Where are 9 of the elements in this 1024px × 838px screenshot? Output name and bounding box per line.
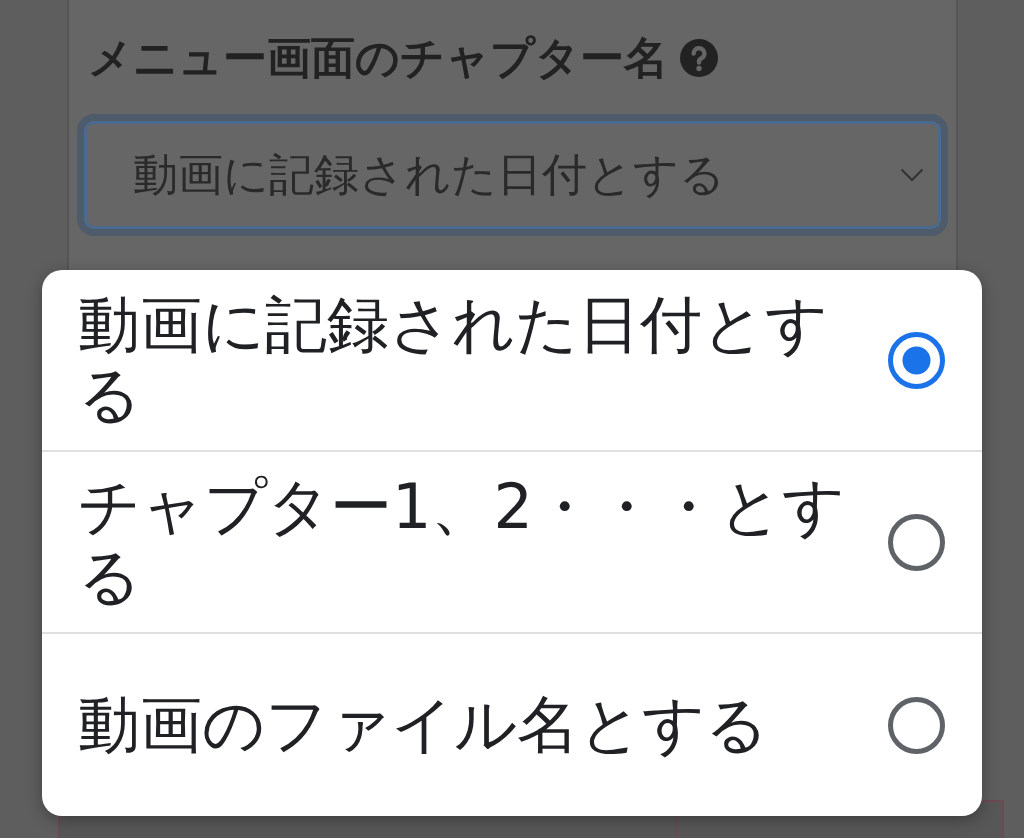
option-label[interactable]: 動画のファイル名とする xyxy=(78,690,848,760)
field-label: メニュー画面のチャプター名 xyxy=(88,31,668,85)
option-label[interactable]: 動画に記録された日付とする xyxy=(78,290,848,430)
help-icon[interactable] xyxy=(680,39,718,77)
option-label[interactable]: チャプター1、2・・・とする xyxy=(78,472,848,612)
radio-button[interactable] xyxy=(888,696,945,754)
chevron-down-icon xyxy=(900,168,924,182)
radio-button[interactable] xyxy=(888,331,945,389)
radio-button[interactable] xyxy=(888,513,945,571)
